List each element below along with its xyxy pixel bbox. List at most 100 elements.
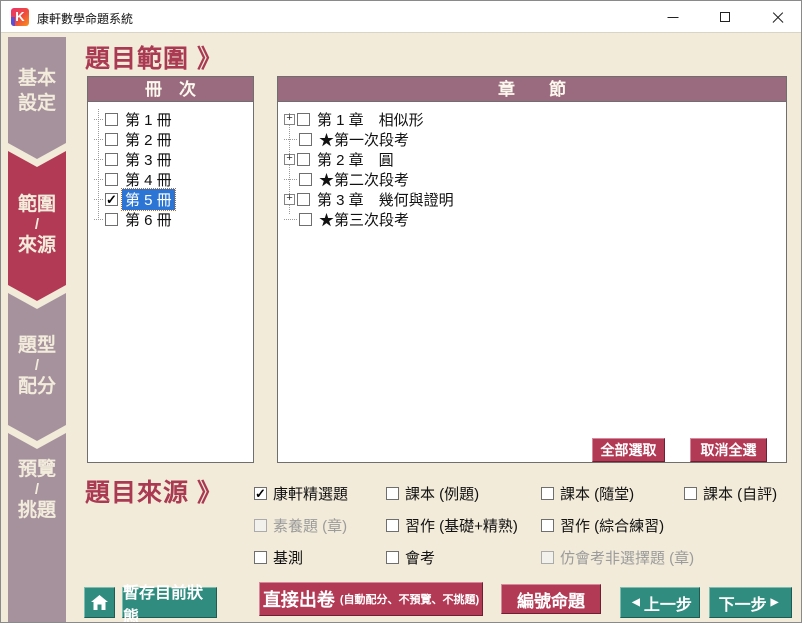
chapter-tree: + 第 1 章 相似形 ★第一次段考 + 第 2 章 圓 ★第二次段考 + 第 3 章… — [278, 103, 786, 462]
sidebar-tab-basic-settings[interactable]: 基本 設定 — [8, 37, 66, 159]
window-title: 康軒數學命題系統 — [37, 10, 133, 27]
tab-label: 基本 — [18, 66, 56, 91]
direct-generate-label: 直接出卷 — [263, 586, 335, 612]
volume-label[interactable]: 第 3 冊 — [122, 149, 175, 170]
volume-checkbox-2[interactable] — [105, 133, 118, 146]
volume-label[interactable]: 第 2 冊 — [122, 129, 175, 150]
option-workbook-basic[interactable]: 習作 (基礎+精熟) — [386, 515, 518, 536]
option-label: 課本 (自評) — [703, 483, 777, 504]
source-section-title: 題目來源 》 — [85, 473, 223, 509]
chapter-label[interactable]: 第 2 章 圓 — [314, 149, 397, 170]
chapter-row-4[interactable]: ★第二次段考 — [284, 169, 782, 189]
chapter-row-6[interactable]: ★第三次段考 — [284, 209, 782, 229]
tab-label: 設定 — [18, 91, 56, 116]
previous-step-button[interactable]: ◀上一步 — [620, 587, 700, 618]
minimize-button[interactable] — [649, 1, 697, 33]
option-checkbox[interactable] — [254, 551, 267, 564]
option-checkbox — [254, 519, 267, 532]
home-button[interactable] — [84, 587, 115, 618]
chapter-checkbox-2[interactable] — [299, 133, 312, 146]
volume-checkbox-4[interactable] — [105, 173, 118, 186]
option-label: 會考 — [405, 547, 435, 568]
sidebar-tab-preview-pick[interactable]: 預覽 / 挑題 — [8, 433, 66, 623]
chapter-row-3[interactable]: + 第 2 章 圓 — [284, 149, 782, 169]
app-window: K 康軒數學命題系統 基本 設定 範圍 / 來源 題型 / 配分 預覽 / 挑題… — [0, 0, 802, 623]
option-kanghsuan-selected[interactable]: 康軒精選題 — [254, 483, 348, 504]
chapter-checkbox-4[interactable] — [299, 173, 312, 186]
volume-checkbox-3[interactable] — [105, 153, 118, 166]
title-bar: K 康軒數學命題系統 — [1, 1, 801, 33]
option-label: 習作 (基礎+精熟) — [405, 515, 518, 536]
option-checkbox[interactable] — [254, 487, 267, 500]
volume-panel: 冊 次 第 1 冊 第 2 冊 第 3 冊 第 4 冊 第 5 冊 第 6 冊 — [87, 76, 254, 463]
deselect-all-button[interactable]: 取消全選 — [690, 438, 767, 462]
volume-label[interactable]: 第 1 冊 — [122, 109, 175, 130]
save-state-button[interactable]: 暫存目前狀態 — [122, 587, 217, 618]
option-literacy-disabled: 素養題 (章) — [254, 515, 347, 536]
volume-row-1[interactable]: 第 1 冊 — [94, 109, 249, 129]
app-logo-icon: K — [11, 8, 29, 26]
next-step-button[interactable]: 下一步▶ — [709, 587, 792, 618]
numbered-generate-button[interactable]: 編號命題 — [501, 584, 601, 614]
volume-label-selected[interactable]: 第 5 冊 — [122, 189, 175, 210]
minimize-icon — [668, 17, 679, 18]
volume-row-2[interactable]: 第 2 冊 — [94, 129, 249, 149]
option-textbook-inclass[interactable]: 課本 (隨堂) — [541, 483, 634, 504]
volume-row-5[interactable]: 第 5 冊 — [94, 189, 249, 209]
option-textbook-selfcheck[interactable]: 課本 (自評) — [684, 483, 777, 504]
chapter-label[interactable]: 第 3 章 幾何與證明 — [314, 189, 457, 210]
option-textbook-examples[interactable]: 課本 (例題) — [386, 483, 479, 504]
tab-label: 挑題 — [18, 498, 56, 523]
tab-label: 來源 — [18, 233, 56, 258]
option-workbook-comprehensive[interactable]: 習作 (綜合練習) — [541, 515, 664, 536]
option-cap-exam[interactable]: 會考 — [386, 547, 435, 568]
sidebar-tab-question-types[interactable]: 題型 / 配分 — [8, 293, 66, 441]
direct-generate-sublabel: (自動配分、不預覽、不挑題) — [340, 591, 479, 607]
option-label: 康軒精選題 — [273, 483, 348, 504]
previous-step-label: 上一步 — [644, 591, 692, 615]
chapter-label[interactable]: ★第一次段考 — [316, 129, 412, 150]
option-checkbox[interactable] — [541, 519, 554, 532]
chapter-row-2[interactable]: ★第一次段考 — [284, 129, 782, 149]
close-button[interactable] — [753, 1, 802, 33]
chapter-row-5[interactable]: + 第 3 章 幾何與證明 — [284, 189, 782, 209]
chapter-checkbox-6[interactable] — [299, 213, 312, 226]
option-checkbox[interactable] — [541, 487, 554, 500]
option-checkbox[interactable] — [386, 551, 399, 564]
option-label: 仿會考非選擇題 (章) — [560, 547, 694, 568]
volume-row-6[interactable]: 第 6 冊 — [94, 209, 249, 229]
expand-plus-icon[interactable]: + — [284, 114, 295, 125]
option-checkbox[interactable] — [684, 487, 697, 500]
volume-checkbox-6[interactable] — [105, 213, 118, 226]
option-checkbox[interactable] — [386, 487, 399, 500]
maximize-icon — [720, 12, 730, 22]
chapter-label[interactable]: ★第三次段考 — [316, 209, 412, 230]
chapter-checkbox-3[interactable] — [297, 153, 310, 166]
tab-slash: / — [35, 358, 39, 374]
volume-panel-header: 冊 次 — [87, 76, 254, 102]
chapter-checkbox-5[interactable] — [297, 193, 310, 206]
expand-plus-icon[interactable]: + — [284, 154, 295, 165]
volume-row-3[interactable]: 第 3 冊 — [94, 149, 249, 169]
chapter-label[interactable]: ★第二次段考 — [316, 169, 412, 190]
option-checkbox[interactable] — [386, 519, 399, 532]
direct-generate-button[interactable]: 直接出卷 (自動配分、不預覽、不挑題) — [259, 582, 483, 616]
tab-label: 預覽 — [18, 457, 56, 482]
chapter-checkbox-1[interactable] — [297, 113, 310, 126]
select-all-button[interactable]: 全部選取 — [592, 438, 665, 462]
volume-checkbox-1[interactable] — [105, 113, 118, 126]
volume-label[interactable]: 第 6 冊 — [122, 209, 175, 230]
expand-plus-icon[interactable]: + — [284, 194, 295, 205]
tab-slash: / — [35, 482, 39, 498]
volume-row-4[interactable]: 第 4 冊 — [94, 169, 249, 189]
volume-checkbox-5[interactable] — [105, 193, 118, 206]
tab-label: 範圍 — [18, 192, 56, 217]
range-section-title: 題目範圍 》 — [85, 39, 223, 75]
option-basic-test[interactable]: 基測 — [254, 547, 303, 568]
sidebar-tab-range-source[interactable]: 範圍 / 來源 — [8, 151, 66, 301]
chapter-row-1[interactable]: + 第 1 章 相似形 — [284, 109, 782, 129]
chapter-panel-header: 章 節 — [277, 76, 787, 102]
maximize-button[interactable] — [701, 1, 749, 33]
chapter-label[interactable]: 第 1 章 相似形 — [314, 109, 427, 130]
volume-label[interactable]: 第 4 冊 — [122, 169, 175, 190]
